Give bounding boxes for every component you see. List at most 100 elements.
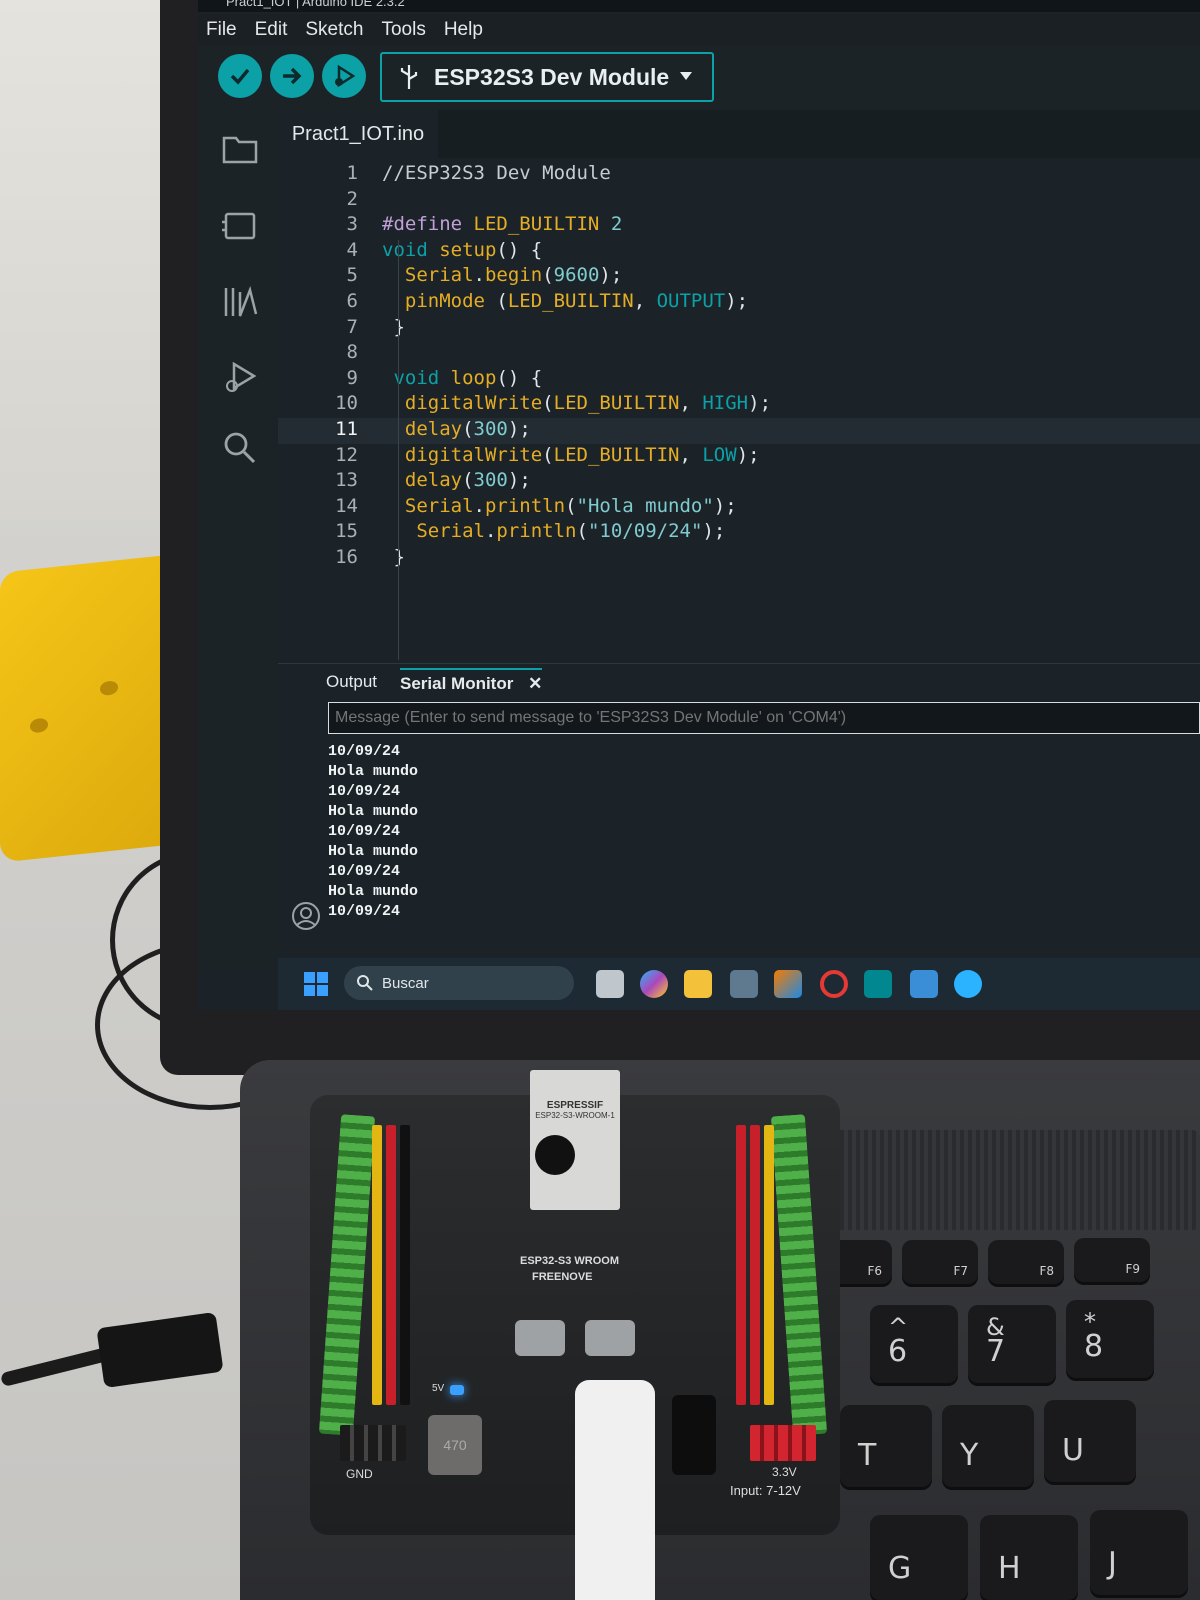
debug-icon <box>335 64 356 88</box>
key-6-label: 6 <box>888 1334 908 1369</box>
code-line[interactable]: 9 void loop() { <box>278 367 1200 393</box>
library-manager-icon[interactable] <box>220 282 260 322</box>
code-line[interactable]: 16 } <box>278 546 1200 572</box>
tab-serial-monitor[interactable]: Serial Monitor ✕ <box>400 668 543 694</box>
verify-button[interactable] <box>218 54 262 98</box>
serial-message-input[interactable] <box>328 702 1200 734</box>
debug-button[interactable] <box>322 54 366 98</box>
module-model: ESP32-S3-WROOM-1 <box>535 1111 615 1120</box>
key-f8-label: F8 <box>1039 1264 1054 1278</box>
key-f9[interactable]: F9 <box>1074 1238 1150 1282</box>
code-line[interactable]: 15 Serial.println("10/09/24"); <box>278 520 1200 546</box>
black-pin-header <box>340 1425 406 1461</box>
tab-output[interactable]: Output <box>326 672 377 692</box>
header-red-left <box>386 1125 396 1405</box>
code-line[interactable]: 1 //ESP32S3 Dev Module <box>278 162 1200 188</box>
serial-line: Hola mundo <box>328 803 419 820</box>
code-line[interactable]: 7 } <box>278 316 1200 342</box>
menu-bar: File Edit Sketch Tools Help <box>198 14 1200 46</box>
matlab-icon[interactable] <box>774 970 802 998</box>
key-t[interactable]: T <box>840 1405 932 1487</box>
search-icon[interactable] <box>220 428 260 468</box>
menu-file[interactable]: File <box>206 19 237 41</box>
tab-pract1-iot[interactable]: Pract1_IOT.ino <box>278 110 438 158</box>
key-7[interactable]: & 7 <box>968 1305 1056 1383</box>
file-explorer-icon[interactable] <box>684 970 712 998</box>
left-sidebar <box>198 110 320 970</box>
code-text: digitalWrite(LED_BUILTIN, HIGH); <box>404 392 772 415</box>
code-text: } <box>382 315 405 338</box>
board-selector[interactable]: ESP32S3 Dev Module <box>380 52 714 102</box>
camera-module <box>535 1135 575 1175</box>
terminal-block-right <box>770 1114 828 1436</box>
sketchbook-folder-icon[interactable] <box>220 128 260 168</box>
editor-tab-bar: Pract1_IOT.ino <box>278 110 1200 158</box>
code-text: pinMode (LED_BUILTIN, OUTPUT); <box>404 290 749 312</box>
menu-help[interactable]: Help <box>444 19 483 41</box>
key-f7[interactable]: F7 <box>902 1240 978 1284</box>
debug-sidebar-icon[interactable] <box>220 358 260 398</box>
code-line[interactable]: 2 <box>278 188 1200 214</box>
code-line[interactable]: 13 delay(300); <box>278 469 1200 495</box>
code-text: Serial.println("Hola mundo"); <box>404 494 737 517</box>
arduino-ide-icon[interactable] <box>864 970 892 998</box>
key-8[interactable]: * 8 <box>1066 1300 1154 1378</box>
5v-label: 5V <box>432 1383 445 1394</box>
code-line[interactable]: 5 Serial.begin(9600); <box>278 264 1200 290</box>
key-g[interactable]: G <box>870 1515 968 1600</box>
code-line[interactable]: 14 Serial.println("Hola mundo"); <box>278 495 1200 521</box>
menu-tools[interactable]: Tools <box>381 19 425 41</box>
serial-line: Hola mundo <box>328 763 419 780</box>
code-text: #define LED_BUILTIN 2 <box>382 213 623 236</box>
close-icon[interactable]: ✕ <box>528 674 542 693</box>
edge-icon[interactable] <box>954 970 982 998</box>
line-number: 15 <box>335 520 358 543</box>
copilot-icon[interactable] <box>640 970 668 998</box>
header-yellow-left <box>372 1125 382 1405</box>
opera-icon[interactable] <box>820 970 848 998</box>
code-line[interactable]: 12 digitalWrite(LED_BUILTIN, LOW); <box>278 444 1200 470</box>
boards-manager-icon[interactable] <box>220 206 260 246</box>
taskbar-search[interactable]: Buscar <box>344 966 574 1000</box>
code-line[interactable]: 3 #define LED_BUILTIN 2 <box>278 213 1200 239</box>
usb-c-port-2 <box>585 1320 635 1356</box>
upload-button[interactable] <box>270 54 314 98</box>
key-u[interactable]: U <box>1044 1400 1136 1482</box>
white-usb-cable <box>575 1380 655 1600</box>
windows-start-icon[interactable] <box>302 970 330 998</box>
task-view-icon[interactable] <box>596 970 624 998</box>
chevron-down-icon <box>680 72 692 80</box>
code-editor[interactable]: 1 //ESP32S3 Dev Module 2 3 #define LED_BUILT… <box>278 158 1200 663</box>
menu-edit[interactable]: Edit <box>255 19 288 41</box>
windows-taskbar: Buscar <box>278 958 1200 1010</box>
key-h[interactable]: H <box>980 1515 1078 1600</box>
line-number: 16 <box>335 546 358 568</box>
indent-guide <box>398 240 399 660</box>
menu-sketch[interactable]: Sketch <box>305 19 363 41</box>
key-6[interactable]: ^ 6 <box>870 1305 958 1383</box>
key-f8[interactable]: F8 <box>988 1240 1064 1284</box>
code-text: } <box>382 546 405 568</box>
code-line[interactable]: 8 <box>278 341 1200 367</box>
key-u-label: U <box>1062 1433 1084 1468</box>
code-line[interactable]: 6 pinMode (LED_BUILTIN, OUTPUT); <box>278 290 1200 316</box>
serial-line: 10/09/24 <box>328 863 401 880</box>
code-line[interactable]: 10 digitalWrite(LED_BUILTIN, HIGH); <box>278 392 1200 418</box>
calculator-icon[interactable] <box>730 970 758 998</box>
key-t-label: T <box>858 1438 877 1473</box>
code-line[interactable]: 4 void setup() { <box>278 239 1200 265</box>
key-j[interactable]: J <box>1090 1510 1188 1595</box>
header-red-right-2 <box>750 1125 760 1405</box>
line-number: 7 <box>346 315 358 338</box>
key-8-label: 8 <box>1084 1329 1104 1364</box>
line-number: 1 <box>346 162 358 184</box>
code-line[interactable]: 11 delay(300); <box>278 418 1200 444</box>
maker-label: FREENOVE <box>532 1271 593 1283</box>
bottom-panel-tabs: Output Serial Monitor ✕ <box>278 663 1200 702</box>
serial-line: Hola mundo <box>328 883 419 900</box>
account-icon[interactable] <box>290 900 322 932</box>
line-number: 11 <box>335 418 358 440</box>
notepad-icon[interactable] <box>910 970 938 998</box>
key-y[interactable]: Y <box>942 1405 1034 1487</box>
toolbar: ESP32S3 Dev Module <box>198 48 1200 110</box>
